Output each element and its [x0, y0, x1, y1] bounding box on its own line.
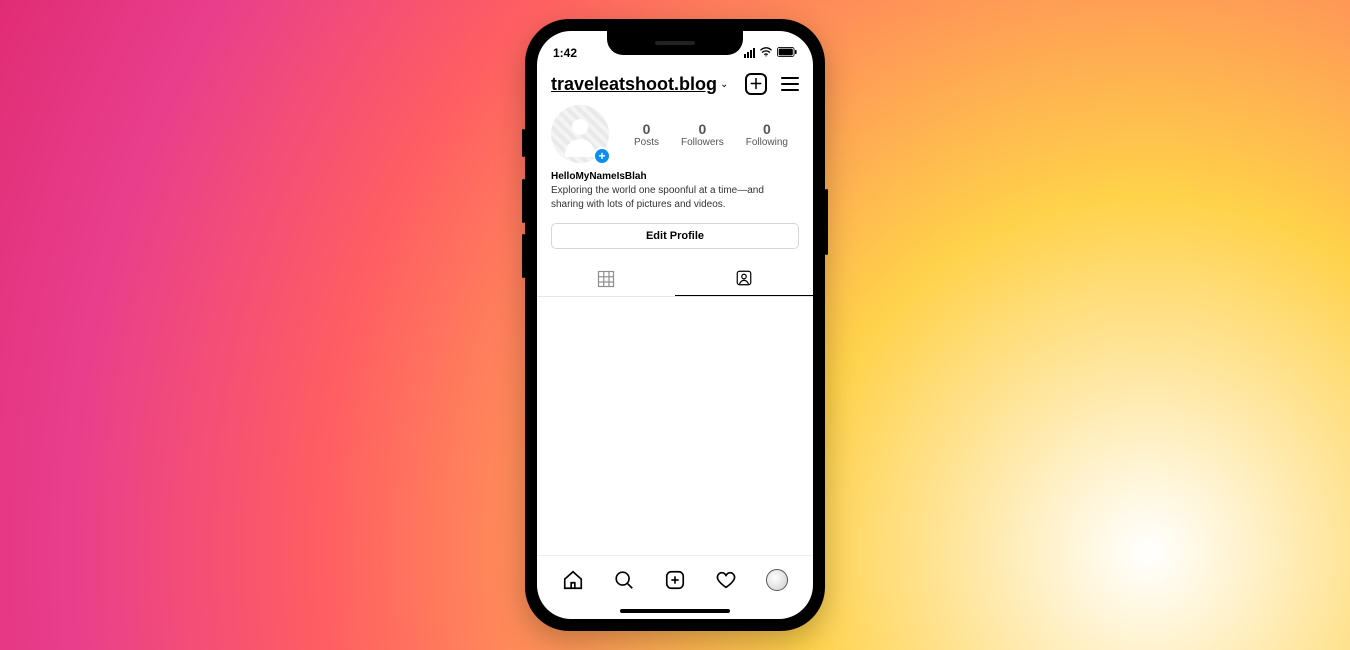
phone-frame: 1:42: [525, 19, 825, 631]
profile-bio-section: HelloMyNameIsBlah Exploring the world on…: [537, 165, 813, 215]
plus-icon: +: [598, 150, 605, 162]
tagged-icon: [735, 269, 753, 287]
phone-side-button: [522, 129, 525, 157]
nav-profile[interactable]: [765, 568, 789, 592]
phone-notch: [607, 31, 743, 55]
status-right: [744, 46, 797, 60]
followers-label: Followers: [681, 137, 724, 148]
home-icon: [562, 569, 584, 591]
username-label: traveleatshoot.blog: [551, 74, 717, 95]
phone-screen: 1:42: [537, 31, 813, 619]
battery-icon: [777, 46, 797, 60]
menu-button[interactable]: [781, 77, 799, 91]
phone-side-button: [522, 234, 525, 278]
page-background: 1:42: [0, 0, 1350, 650]
profile-summary-row: + 0 Posts 0 Followers 0 Following: [537, 99, 813, 165]
posts-count: 0: [634, 121, 659, 137]
profile-avatar-icon: [766, 569, 788, 591]
status-time: 1:42: [553, 46, 577, 60]
nav-activity[interactable]: [714, 568, 738, 592]
following-count: 0: [746, 121, 788, 137]
display-name: HelloMyNameIsBlah: [551, 171, 799, 182]
tab-grid[interactable]: [537, 261, 675, 296]
username-dropdown[interactable]: traveleatshoot.blog ⌄: [551, 74, 728, 95]
tab-tagged[interactable]: [675, 261, 813, 296]
phone-speaker: [655, 41, 695, 45]
phone-side-button: [522, 179, 525, 223]
avatar-placeholder-body: [565, 139, 595, 157]
grid-icon: [597, 270, 615, 288]
chevron-down-icon: ⌄: [720, 79, 728, 90]
bio-text: Exploring the world one spoonful at a ti…: [551, 184, 799, 211]
profile-content-area: [537, 297, 813, 555]
following-stat[interactable]: 0 Following: [746, 121, 788, 148]
avatar[interactable]: +: [551, 105, 609, 163]
heart-icon: [715, 569, 737, 591]
home-indicator[interactable]: [537, 603, 813, 619]
followers-count: 0: [681, 121, 724, 137]
following-label: Following: [746, 137, 788, 148]
create-icon: [664, 569, 686, 591]
nav-search[interactable]: [612, 568, 636, 592]
cellular-signal-icon: [744, 48, 755, 58]
header-actions: ＋: [745, 73, 799, 95]
posts-stat[interactable]: 0 Posts: [634, 121, 659, 148]
add-story-badge[interactable]: +: [593, 147, 611, 165]
edit-profile-button[interactable]: Edit Profile: [551, 223, 799, 249]
profile-tabs: [537, 261, 813, 296]
nav-home[interactable]: [561, 568, 585, 592]
plus-icon: ＋: [749, 77, 763, 91]
posts-label: Posts: [634, 137, 659, 148]
phone-side-button: [825, 189, 828, 255]
followers-stat[interactable]: 0 Followers: [681, 121, 724, 148]
avatar-placeholder-head: [572, 119, 588, 135]
bottom-nav: [537, 555, 813, 603]
nav-create[interactable]: [663, 568, 687, 592]
profile-stats: 0 Posts 0 Followers 0 Following: [623, 121, 799, 148]
create-post-button[interactable]: ＋: [745, 73, 767, 95]
edit-profile-label: Edit Profile: [646, 230, 704, 242]
profile-header: traveleatshoot.blog ⌄ ＋: [537, 67, 813, 99]
wifi-icon: [759, 46, 773, 60]
search-icon: [613, 569, 635, 591]
